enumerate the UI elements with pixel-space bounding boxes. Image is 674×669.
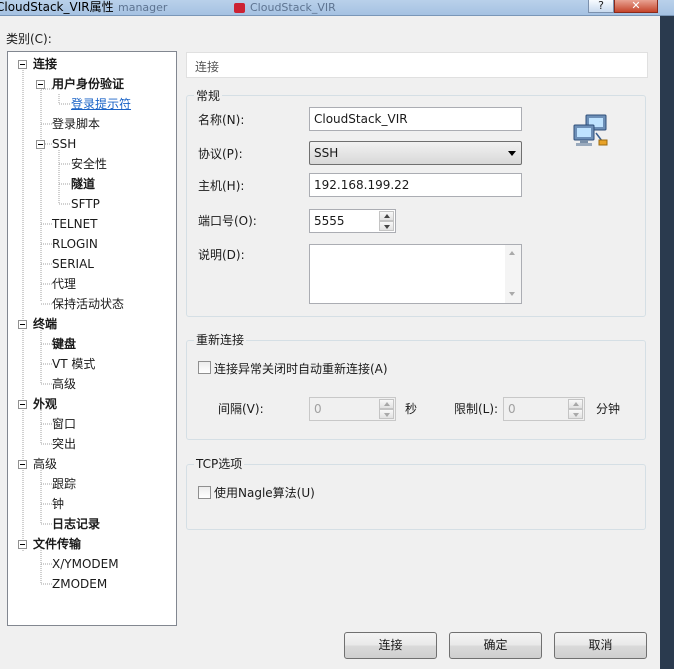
tree-item-highlight[interactable]: 突出	[52, 435, 76, 453]
spin-up-icon[interactable]	[379, 211, 394, 221]
limit-stepper[interactable]: 0	[503, 397, 585, 421]
tree-item-serial[interactable]: SERIAL	[52, 255, 94, 273]
auto-reconnect-label[interactable]: 连接异常关闭时自动重新连接(A)	[214, 360, 388, 377]
tree-item-trace[interactable]: 跟踪	[52, 475, 76, 493]
port-stepper[interactable]: 5555	[309, 209, 396, 233]
collapse-icon[interactable]	[18, 460, 27, 469]
port-label: 端口号(O):	[198, 214, 257, 228]
tree-item-file-transfer[interactable]: 文件传输	[33, 535, 81, 553]
session-icon	[234, 3, 245, 13]
general-group-title: 常规	[194, 87, 223, 104]
window-edge	[660, 16, 674, 669]
scroll-down-icon[interactable]	[509, 292, 515, 296]
protocol-select[interactable]: SSH	[309, 141, 522, 165]
spin-down-icon[interactable]	[379, 221, 394, 231]
tree-item-login-prompts[interactable]: 登录提示符	[71, 95, 131, 113]
tree-item-telnet[interactable]: TELNET	[52, 215, 98, 233]
tree-item-vt-mode[interactable]: VT 模式	[52, 355, 95, 373]
interval-stepper[interactable]: 0	[309, 397, 396, 421]
category-tree[interactable]: 连接 用户身份验证 登录提示符 登录脚本 SSH 安全性 隧道 SFTP TEL…	[7, 51, 177, 626]
close-button[interactable]: ✕	[614, 0, 658, 13]
tree-item-rlogin[interactable]: RLOGIN	[52, 235, 98, 253]
window-title: CloudStack_VIR属性	[0, 0, 114, 14]
panel-header: 连接	[186, 52, 648, 78]
title-bar: CloudStack_VIR属性 manager CloudStack_VIR	[0, 0, 674, 16]
host-field[interactable]: 192.168.199.22	[309, 173, 522, 197]
collapse-icon[interactable]	[36, 140, 45, 149]
reconnect-group	[186, 340, 646, 440]
background-tab-label: CloudStack_VIR	[250, 1, 336, 14]
description-scrollbar[interactable]	[505, 245, 521, 303]
background-tab-manager[interactable]: manager	[118, 0, 223, 15]
interval-value: 0	[314, 402, 322, 416]
chevron-down-icon	[508, 151, 516, 156]
name-field[interactable]: CloudStack_VIR	[309, 107, 522, 131]
network-computers-icon	[573, 114, 608, 146]
spin-down-icon[interactable]	[568, 409, 583, 419]
auto-reconnect-checkbox[interactable]	[198, 361, 211, 374]
tree-item-sftp[interactable]: SFTP	[71, 195, 100, 213]
spin-up-icon[interactable]	[568, 399, 583, 409]
limit-label: 限制(L):	[454, 402, 499, 416]
tree-item-user-auth[interactable]: 用户身份验证	[52, 75, 124, 93]
tree-item-tunnel[interactable]: 隧道	[71, 175, 95, 193]
spin-up-icon[interactable]	[379, 399, 394, 409]
tree-item-connection[interactable]: 连接	[33, 55, 57, 73]
tcp-group-title: TCP选项	[194, 455, 245, 472]
tree-item-terminal-advanced[interactable]: 高级	[52, 375, 76, 393]
spin-down-icon[interactable]	[379, 409, 394, 419]
interval-label: 间隔(V):	[218, 402, 264, 416]
tree-item-proxy[interactable]: 代理	[52, 275, 76, 293]
tree-item-keyboard[interactable]: 键盘	[52, 335, 76, 353]
scroll-up-icon[interactable]	[509, 251, 515, 255]
tree-item-window[interactable]: 窗口	[52, 415, 76, 433]
nagle-checkbox[interactable]	[198, 486, 211, 499]
tree-item-terminal[interactable]: 终端	[33, 315, 57, 333]
name-label: 名称(N):	[198, 113, 245, 127]
collapse-icon[interactable]	[36, 80, 45, 89]
host-label: 主机(H):	[198, 179, 245, 193]
tree-item-xymodem[interactable]: X/YMODEM	[52, 555, 119, 573]
limit-value: 0	[508, 402, 516, 416]
interval-unit: 秒	[405, 402, 418, 416]
background-tab-cloudstack[interactable]: CloudStack_VIR	[232, 0, 382, 15]
connect-button[interactable]: 连接	[344, 632, 437, 659]
tree-item-bell[interactable]: 钟	[52, 495, 64, 513]
tree-item-logging[interactable]: 日志记录	[52, 515, 100, 533]
tree-item-keep-alive[interactable]: 保持活动状态	[52, 295, 124, 313]
collapse-icon[interactable]	[18, 540, 27, 549]
ok-button[interactable]: 确定	[449, 632, 542, 659]
reconnect-group-title: 重新连接	[194, 331, 247, 348]
protocol-label: 协议(P):	[198, 147, 243, 161]
tree-item-ssh[interactable]: SSH	[52, 135, 76, 153]
tree-item-advanced[interactable]: 高级	[33, 455, 57, 473]
tree-item-zmodem[interactable]: ZMODEM	[52, 575, 107, 593]
collapse-icon[interactable]	[18, 60, 27, 69]
category-label: 类别(C):	[6, 32, 52, 46]
tree-item-login-script[interactable]: 登录脚本	[52, 115, 100, 133]
cancel-button[interactable]: 取消	[554, 632, 647, 659]
help-button[interactable]: ?	[588, 0, 614, 13]
port-value: 5555	[314, 214, 345, 228]
protocol-value: SSH	[314, 146, 339, 160]
collapse-icon[interactable]	[18, 320, 27, 329]
panel-header-title: 连接	[195, 60, 220, 74]
nagle-label[interactable]: 使用Nagle算法(U)	[214, 484, 315, 501]
tree-item-appearance[interactable]: 外观	[33, 395, 57, 413]
collapse-icon[interactable]	[18, 400, 27, 409]
description-label: 说明(D):	[198, 248, 245, 262]
description-field[interactable]	[309, 244, 522, 304]
tree-item-security[interactable]: 安全性	[71, 155, 107, 173]
limit-unit: 分钟	[596, 402, 621, 416]
